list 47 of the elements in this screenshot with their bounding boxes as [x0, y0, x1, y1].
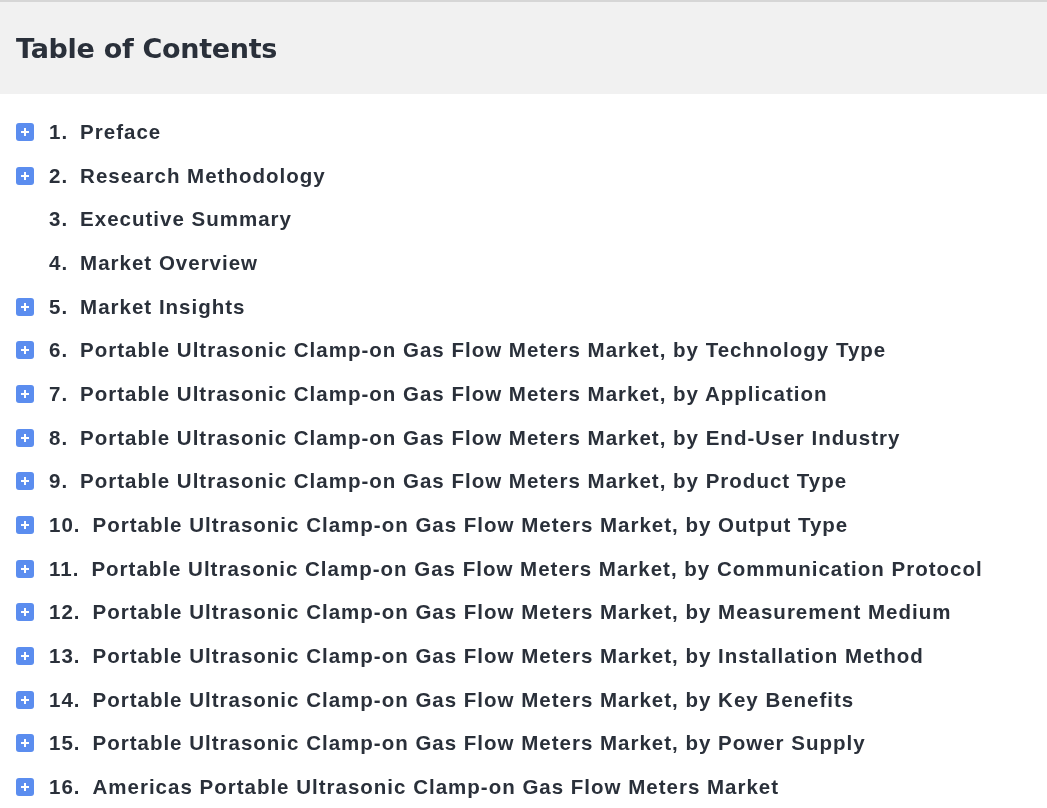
toc-title: Table of Contents: [16, 32, 278, 64]
toc-link[interactable]: Portable Ultrasonic Clamp-on Gas Flow Meters Market, by End-User Industry: [80, 425, 901, 450]
expand-plus-icon[interactable]: [16, 472, 34, 491]
expand-plus-icon[interactable]: [16, 559, 34, 578]
toc-link[interactable]: Portable Ultrasonic Clamp-on Gas Flow Meters Market, by Output Type: [92, 513, 849, 538]
toc-link[interactable]: Preface: [80, 119, 162, 144]
item-number: 5.: [49, 294, 69, 319]
toc-link[interactable]: Portable Ultrasonic Clamp-on Gas Flow Meters Market, by Technology Type: [80, 338, 887, 363]
toc-link[interactable]: Market Overview: [80, 250, 259, 275]
expand-plus-icon[interactable]: [16, 384, 34, 403]
toc-link[interactable]: Portable Ultrasonic Clamp-on Gas Flow Meters Market, by Measurement Medium: [92, 600, 952, 625]
item-number: 8.: [49, 425, 69, 450]
toc-link[interactable]: Portable Ultrasonic Clamp-on Gas Flow Meters Market, by Application: [80, 381, 828, 406]
item-number: 9.: [49, 469, 69, 494]
item-number: 2.: [49, 163, 69, 188]
expand-plus-icon[interactable]: [16, 734, 34, 753]
expand-plus-icon[interactable]: [16, 428, 34, 447]
toc-link[interactable]: Market Insights: [80, 294, 246, 319]
toc-link[interactable]: Portable Ultrasonic Clamp-on Gas Flow Meters Market, by Key Benefits: [92, 687, 855, 712]
toc-link[interactable]: Portable Ultrasonic Clamp-on Gas Flow Meters Market, by Installation Method: [92, 644, 924, 669]
toc-link[interactable]: Executive Summary: [80, 207, 292, 232]
item-number: 12.: [49, 600, 81, 625]
toc-link[interactable]: Portable Ultrasonic Clamp-on Gas Flow Meters Market, by Product Type: [80, 469, 848, 494]
item-number: 3.: [49, 207, 69, 232]
expand-plus-icon[interactable]: [16, 647, 34, 666]
item-number: 13.: [49, 644, 81, 669]
item-number: 10.: [49, 513, 81, 538]
expand-plus-icon[interactable]: [16, 297, 34, 316]
expand-plus-icon[interactable]: [16, 122, 34, 141]
expand-plus-icon[interactable]: [16, 603, 34, 622]
toc-link[interactable]: Research Methodology: [80, 163, 326, 188]
expand-plus-icon[interactable]: [16, 778, 34, 797]
toc-link[interactable]: Portable Ultrasonic Clamp-on Gas Flow Meters Market, by Power Supply: [92, 731, 866, 756]
expand-plus-icon[interactable]: [16, 166, 34, 185]
item-number: 7.: [49, 381, 69, 406]
item-number: 1.: [49, 119, 69, 144]
toc-link[interactable]: Portable Ultrasonic Clamp-on Gas Flow Meters Market, by Communication Protocol: [91, 556, 983, 581]
toc-link[interactable]: Americas Portable Ultrasonic Clamp-on Gas Flow Meters Market: [92, 775, 780, 800]
expand-plus-icon[interactable]: [16, 516, 34, 535]
item-number: 11.: [49, 556, 80, 581]
item-number: 6.: [49, 338, 69, 363]
item-number: 4.: [49, 250, 69, 275]
expand-plus-icon[interactable]: [16, 341, 34, 360]
item-number: 16.: [49, 775, 81, 800]
item-number: 15.: [49, 731, 81, 756]
item-number: 14.: [49, 687, 81, 712]
expand-plus-icon[interactable]: [16, 690, 34, 709]
